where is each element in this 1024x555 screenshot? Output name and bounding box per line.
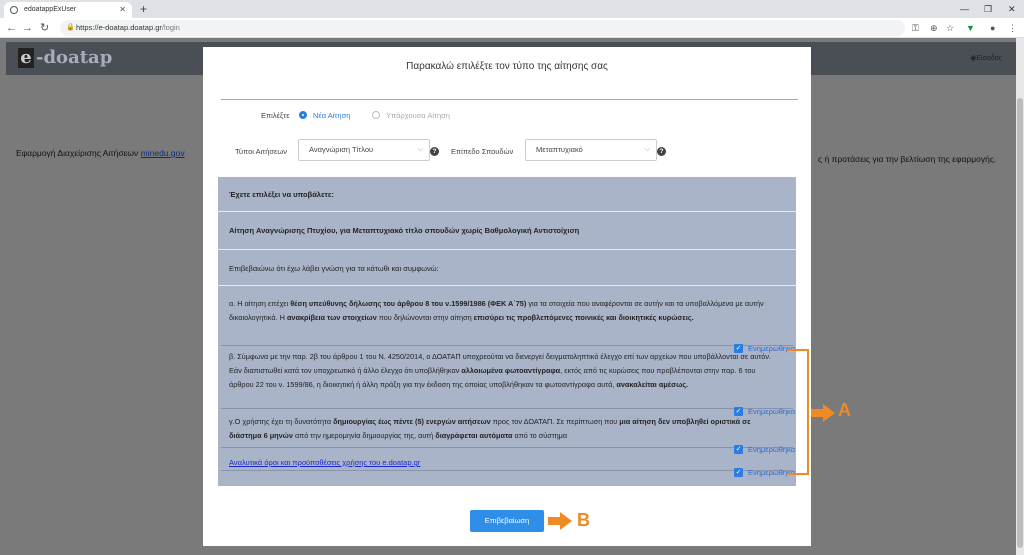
application-type-select[interactable]: Αναγνώριση Τίτλου ⌵ — [298, 139, 430, 161]
chevron-down-icon: ⌵ — [644, 146, 650, 153]
confirm-button[interactable]: Επιβεβαίωση — [470, 510, 544, 532]
scrollbar-thumb[interactable] — [1017, 98, 1023, 548]
forward-icon[interactable]: → — [22, 20, 33, 36]
page-scrollbar[interactable] — [1016, 38, 1024, 555]
url-path: /login — [161, 23, 180, 32]
tab-title: edoatappExUser — [24, 6, 77, 13]
annotation-arrow-b-icon — [548, 512, 572, 530]
chevron-down-icon: ⌵ — [417, 146, 423, 153]
term-a: α. Η αίτηση επέχει θέση υπεύθυνης δήλωση… — [229, 299, 764, 322]
minedu-link[interactable]: minedu.gov — [141, 148, 185, 158]
divider — [221, 470, 793, 471]
close-tab-icon[interactable]: ✕ — [119, 2, 126, 18]
maximize-icon[interactable]: ❐ — [984, 0, 992, 18]
background-intro-text: Εφαρμογή Διαχείρισης Αιτήσεων minedu.gov — [16, 148, 185, 158]
panel-heading: Έχετε επιλέξει να υποβάλετε: — [229, 190, 334, 199]
background-feedback-text: ς ή προτάσεις για την βελτίωση της εφαρμ… — [818, 154, 997, 164]
extension-icon[interactable]: ▼ — [966, 21, 975, 35]
divider — [218, 211, 796, 212]
radio-new-label[interactable]: Νέα Αίτηση — [313, 111, 350, 120]
key-icon[interactable]: ⚿ — [912, 21, 919, 35]
checkbox-term-b[interactable]: ✓ — [734, 407, 743, 416]
choose-label: Επιλέξτε — [261, 111, 290, 120]
divider — [221, 408, 793, 409]
level-label: Επίπεδο Σπουδών — [451, 147, 514, 156]
browser-tab[interactable]: edoatappExUser ✕ — [4, 2, 132, 18]
selected-application: Αίτηση Αναγνώρισης Πτυχίου, για Μεταπτυχ… — [229, 226, 580, 235]
annotation-arrow-a-icon — [811, 404, 835, 422]
minimize-icon[interactable]: — — [960, 0, 969, 18]
radio-new-application[interactable] — [299, 111, 307, 119]
confirmation-panel: Έχετε επιλέξει να υποβάλετε: Αίτηση Αναγ… — [218, 177, 796, 486]
help-icon[interactable]: ? — [430, 147, 439, 156]
browser-tab-bar: edoatappExUser ✕ + — ❐ ✕ — [0, 0, 1024, 18]
new-tab-button[interactable]: + — [140, 0, 147, 18]
help-icon[interactable]: ? — [657, 147, 666, 156]
confirm-intro: Επιβεβαιώνω ότι έχω λάβει γνώση για τα κ… — [229, 264, 439, 273]
divider — [221, 345, 793, 346]
address-bar[interactable]: 🔒 https://e-doatap.doatap.gr/login — [60, 20, 905, 36]
types-label: Τύποι Αιτήσεων — [235, 147, 287, 156]
radio-existing-label[interactable]: Υπάρχουσα Αίτηση — [386, 111, 450, 120]
term-c: γ.Ο χρήστης έχει τη δυνατότητα δημιουργί… — [229, 417, 751, 440]
profile-icon[interactable]: ● — [990, 21, 995, 35]
terms-link[interactable]: Αναλυτικά όροι και προϋποθέσεις χρήσης τ… — [229, 458, 420, 467]
annotation-label-a: A — [838, 400, 851, 420]
study-level-select[interactable]: Μεταπτυχιακό ⌵ — [525, 139, 657, 161]
star-icon[interactable]: ☆ — [946, 21, 954, 35]
application-type-modal: Παρακαλώ επιλέξτε τον τύπο της αίτησης σ… — [203, 47, 811, 546]
divider — [221, 447, 793, 448]
checkbox-term-a[interactable]: ✓ — [734, 344, 743, 353]
close-window-icon[interactable]: ✕ — [1008, 0, 1016, 18]
divider — [221, 99, 798, 100]
lock-icon: 🔒 — [66, 24, 75, 31]
globe-icon — [10, 6, 18, 14]
divider — [218, 249, 796, 250]
site-logo[interactable]: e -doatap — [18, 47, 112, 68]
modal-title: Παρακαλώ επιλέξτε τον τύπο της αίτησης σ… — [406, 61, 608, 72]
browser-toolbar: ← → ↻ 🔒 https://e-doatap.doatap.gr/login… — [0, 18, 1024, 38]
login-link[interactable]: ◉Είσοδος — [970, 54, 1002, 62]
zoom-icon[interactable]: ⊕ — [930, 21, 938, 35]
annotation-bracket — [787, 349, 809, 475]
term-b: β. Σύμφωνα με την παρ. 2β του άρθρου 1 τ… — [229, 352, 772, 389]
reload-icon[interactable]: ↻ — [40, 20, 49, 36]
menu-icon[interactable]: ⋮ — [1008, 21, 1017, 35]
url-host: https://e-doatap.doatap.gr — [76, 23, 162, 32]
divider — [218, 285, 796, 286]
checkbox-terms-link[interactable]: ✓ — [734, 468, 743, 477]
back-icon[interactable]: ← — [6, 20, 17, 36]
annotation-label-b: B — [577, 510, 590, 530]
checkbox-term-c[interactable]: ✓ — [734, 445, 743, 454]
radio-existing-application[interactable] — [372, 111, 380, 119]
